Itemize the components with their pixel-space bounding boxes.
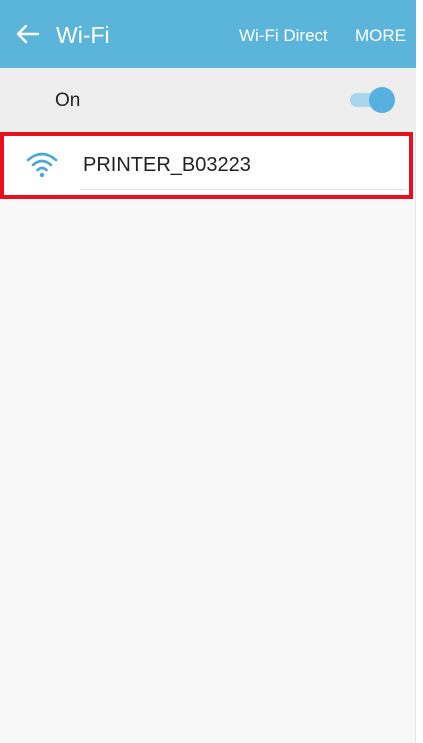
network-list-item[interactable]: PRINTER_B03223 [0, 132, 413, 199]
wifi-switch-row[interactable]: On [0, 68, 416, 132]
wifi-direct-button[interactable]: Wi-Fi Direct [239, 26, 328, 46]
row-divider [80, 189, 406, 190]
arrow-left-icon[interactable] [14, 23, 40, 45]
wifi-settings-screen: Wi-Fi Wi-Fi Direct MORE On PRINTER_B0322… [0, 0, 416, 743]
toggle-thumb [369, 87, 395, 113]
more-button[interactable]: MORE [355, 26, 406, 46]
page-title: Wi-Fi [56, 22, 110, 48]
app-bar: Wi-Fi Wi-Fi Direct MORE [0, 0, 416, 68]
network-ssid: PRINTER_B03223 [83, 154, 251, 176]
wifi-toggle[interactable] [350, 87, 396, 113]
wifi-signal-icon [26, 151, 58, 179]
wifi-switch-label: On [55, 90, 81, 111]
